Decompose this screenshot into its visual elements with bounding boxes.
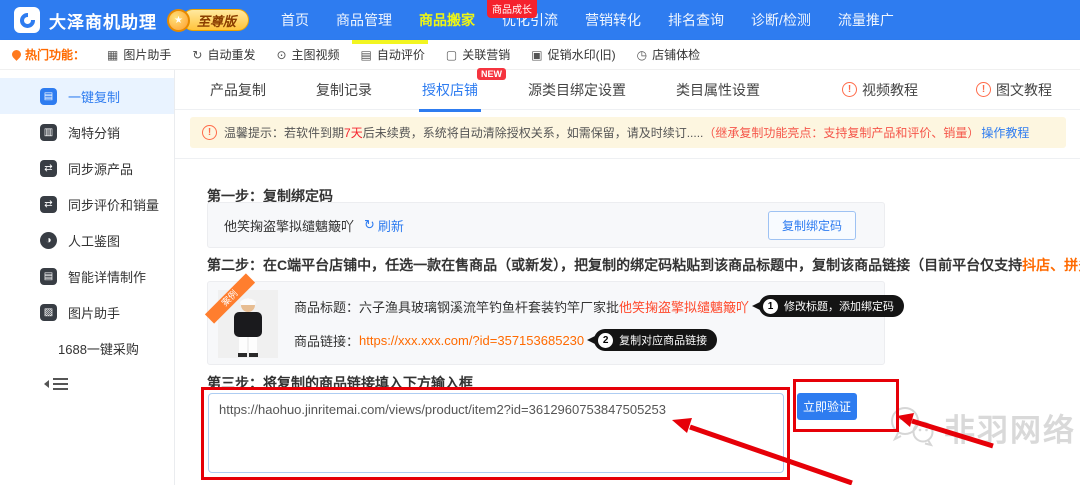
detail-doc-icon: ▤ [40,268,57,285]
sidebar: ▤一键复制 ▥淘特分销 ⇄同步源产品 ⇄同步评价和销量 ◑人工鉴图 ▤智能详情制… [0,70,175,485]
sidebar-item-one-key-copy[interactable]: ▤一键复制 [0,78,174,114]
eye-icon: ◑ [40,232,57,249]
sidebar-collapse-button[interactable] [0,366,174,402]
menu-bars-icon [53,378,68,380]
quick-toolbar: 热门功能： ▦图片助手 ↻自动重发 ⊙主图视频 ▤自动评价 ▢关联营销 ▣促销水… [0,40,1080,70]
tab-source-category[interactable]: 源类目绑定设置 [528,80,626,100]
nav-active-underline [352,40,428,44]
video-tutorial-link[interactable]: !视频教程 [842,80,918,100]
sidebar-item-manual-check[interactable]: ◑人工鉴图 [0,222,174,258]
section-divider [175,158,1080,159]
refresh-link[interactable]: ↻刷新 [364,216,404,235]
watermark-text: 非羽网络 [944,405,1076,450]
refresh-icon: ↻ [192,48,202,62]
tab-product-copy[interactable]: 产品复制 [210,80,266,100]
watermark: 非羽网络 [888,404,1076,450]
picture-icon: ▨ [40,304,57,321]
quick-item-shop-check[interactable]: ◷店铺体检 [637,46,701,63]
app-title: 大泽商机助理 [49,8,157,33]
app-logo-icon [14,7,40,33]
vip-badge: ★ 至尊版 [167,9,249,32]
form-icon: ▤ [361,48,372,62]
wechat-icon [888,404,936,450]
operation-tutorial-link[interactable]: 操作教程 [981,124,1029,141]
nav-item-product-manage[interactable]: 商品管理 [336,10,392,30]
product-link-row: 商品链接：https://xxx.xxx.com/?id=35715368523… [294,329,717,351]
play-icon: ⊙ [276,48,286,62]
info-icon: ! [842,82,857,97]
sidebar-item-1688-purchase[interactable]: 1688一键采购 [0,330,174,366]
tab-copy-records[interactable]: 复制记录 [316,80,372,100]
quick-item-auto-repost[interactable]: ↻自动重发 [192,46,255,63]
notice-text: 温馨提示：若软件到期7天后未续费，系统将自动清除授权关系，如需保留，请及时续订.… [224,124,979,141]
hot-functions-label: 热门功能： [12,46,85,63]
top-navbar: 大泽商机助理 ★ 至尊版 首页 商品管理 商品搬家 优化引流 营销转化 排名查询… [0,0,1080,40]
warning-icon: ! [202,125,217,140]
clock-icon: ◷ [637,48,647,62]
step3-title: 第三步：将复制的商品链接填入下方输入框 [207,373,473,393]
product-link-label: 商品链接： [294,331,359,350]
callout-1-badge: 1修改标题，添加绑定码 [759,295,904,317]
quick-item-image-helper[interactable]: ▦图片助手 [107,46,171,63]
nav-item-home[interactable]: 首页 [281,10,309,30]
doc-icon: ▥ [40,124,57,141]
tab-authorized-shops[interactable]: 授权店铺 NEW [422,80,478,100]
nav-item-ranking[interactable]: 排名查询 [668,10,724,30]
quick-item-related-marketing[interactable]: ▢关联营销 [446,46,510,63]
flame-icon [10,48,23,61]
example-card: 案例 商品标题：六子渔具玻璃钢溪流竿钓鱼杆套装钓竿厂家批他笑掬盗擎拟缱魑簸吖 1… [207,281,885,365]
sidebar-item-taote[interactable]: ▥淘特分销 [0,114,174,150]
stamp-icon: ▣ [531,48,542,62]
refresh-icon: ↻ [364,217,375,233]
image-icon: ▦ [107,48,118,62]
content-tabs: 产品复制 复制记录 授权店铺 NEW 源类目绑定设置 类目属性设置 !视频教程 … [175,70,1080,110]
nav-item-product-move[interactable]: 商品搬家 [419,10,475,30]
sidebar-item-image-helper[interactable]: ▨图片助手 [0,294,174,330]
nav-item-marketing[interactable]: 营销转化 [585,10,641,30]
product-title-text: 六子渔具玻璃钢溪流竿钓鱼杆套装钓竿厂家批 [359,297,619,316]
quick-item-watermark[interactable]: ▣促销水印(旧) [531,46,615,63]
app-window: 大泽商机助理 ★ 至尊版 首页 商品管理 商品搬家 优化引流 营销转化 排名查询… [0,0,1080,485]
binding-code-box: 他笑掬盗擎拟缱魑簸吖 ↻刷新 复制绑定码 [207,202,885,248]
new-badge: NEW [477,68,506,80]
product-link-url[interactable]: https://xxx.xxx.com/?id=357153685230 [359,333,584,348]
sync-icon: ⇄ [40,160,57,177]
image-text-tutorial-link[interactable]: !图文教程 [976,80,1052,100]
product-link-input[interactable]: https://haohuo.jinritemai.com/views/prod… [208,393,784,473]
appended-binding-code: 他笑掬盗擎拟缱魑簸吖 [619,297,749,316]
binding-code-value: 他笑掬盗擎拟缱魑簸吖 [224,216,354,235]
verify-now-button[interactable]: 立即验证 [797,393,857,420]
product-title-label: 商品标题： [294,297,359,316]
medal-icon: ★ [167,9,190,32]
main-nav: 首页 商品管理 商品搬家 优化引流 营销转化 排名查询 诊断/检测 流量推广 [281,10,894,30]
growth-tag: 商品成长 [487,0,537,18]
product-image: 案例 [218,290,278,358]
sidebar-item-sync-source[interactable]: ⇄同步源产品 [0,150,174,186]
tab-active-underline [419,109,481,112]
product-title-row: 商品标题：六子渔具玻璃钢溪流竿钓鱼杆套装钓竿厂家批他笑掬盗擎拟缱魑簸吖 1修改标… [294,295,904,317]
chat-icon: ▢ [446,48,457,62]
nav-item-diagnosis[interactable]: 诊断/检测 [751,10,811,30]
quick-item-auto-review[interactable]: ▤自动评价 [361,46,425,63]
vip-badge-label: 至尊版 [182,9,249,31]
notice-bar: ! 温馨提示：若软件到期7天后未续费，系统将自动清除授权关系，如需保留，请及时续… [190,117,1066,148]
copy-binding-code-button[interactable]: 复制绑定码 [768,211,856,240]
tab-category-attrs[interactable]: 类目属性设置 [676,80,760,100]
sync-icon: ⇄ [40,196,57,213]
callout-2-badge: 2复制对应商品链接 [594,329,717,351]
step2-title: 第二步：在C端平台店铺中，任选一款在售商品（或新发），把复制的绑定码粘贴到该商品… [207,255,1080,275]
quick-item-main-video[interactable]: ⊙主图视频 [276,46,339,63]
collapse-arrow-icon [44,380,49,388]
sidebar-item-smart-detail[interactable]: ▤智能详情制作 [0,258,174,294]
info-icon: ! [976,82,991,97]
nav-item-traffic[interactable]: 流量推广 [838,10,894,30]
sidebar-item-sync-reviews[interactable]: ⇄同步评价和销量 [0,186,174,222]
copy-doc-icon: ▤ [40,88,57,105]
